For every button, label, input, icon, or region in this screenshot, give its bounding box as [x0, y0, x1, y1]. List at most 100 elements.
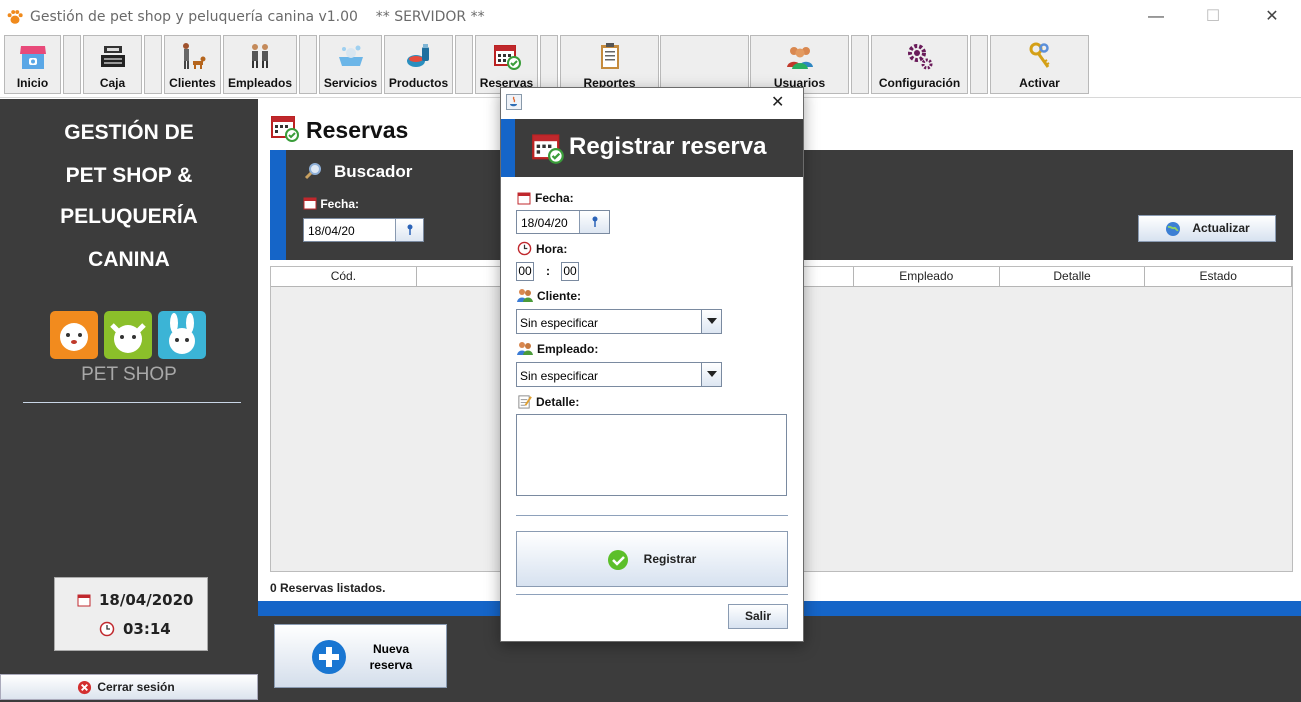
- dialog-header: Registrar reserva: [501, 119, 803, 177]
- new-reservation-label: Nueva reserva: [361, 641, 421, 673]
- detalle-label: Detalle:: [536, 395, 580, 409]
- dialog-title-bar: ✕: [501, 88, 803, 118]
- toolbar-separator: [970, 35, 988, 94]
- hour-spinner[interactable]: 00: [516, 262, 534, 281]
- empleado-label-row: Empleado:: [517, 341, 598, 356]
- calendar-check-icon: [493, 45, 521, 70]
- column-header[interactable]: Empleado: [853, 267, 1000, 287]
- products-icon: [406, 44, 429, 67]
- toolbar-separator: [540, 35, 558, 94]
- toolbar-configuracion-button[interactable]: Configuración: [871, 35, 968, 94]
- cliente-label-row: Cliente:: [517, 288, 581, 303]
- dialog-close-button[interactable]: ✕: [771, 92, 784, 112]
- column-header[interactable]: Detalle: [999, 267, 1146, 287]
- toolbar-activar-button[interactable]: Activar: [990, 35, 1089, 94]
- empleado-select-value: Sin especificar: [520, 369, 599, 383]
- minute-spinner[interactable]: 00: [561, 262, 579, 281]
- toolbar-separator: [851, 35, 869, 94]
- users-icon: [517, 342, 533, 355]
- toolbar-servicios-button[interactable]: Servicios: [319, 35, 382, 94]
- toolbar-reservas-button[interactable]: Reservas: [475, 35, 538, 94]
- toolbar-separator: [63, 35, 81, 94]
- sidebar-title-line: CANINA: [88, 248, 170, 271]
- logout-button[interactable]: Cerrar sesión: [0, 674, 258, 700]
- java-icon: [506, 94, 522, 110]
- fecha-label: Fecha:: [535, 191, 574, 205]
- detalle-label-row: Detalle:: [517, 394, 579, 409]
- globe-refresh-icon: [1166, 222, 1180, 236]
- plus-circle-icon: [312, 640, 346, 674]
- cliente-label: Cliente:: [537, 289, 582, 303]
- logo-text: PET SHOP: [81, 364, 177, 385]
- dog-bath-icon: [338, 45, 363, 66]
- gears-icon: [907, 44, 932, 70]
- toolbar-clientes-button[interactable]: Clientes: [164, 35, 221, 94]
- search-date-label-row: Fecha:: [303, 196, 359, 211]
- calendar-icon: [77, 594, 91, 607]
- divider: [516, 515, 788, 516]
- toolbar-empleados-button[interactable]: Empleados: [223, 35, 297, 94]
- close-circle-icon: [77, 680, 92, 695]
- clock-icon: [99, 621, 115, 637]
- toolbar-label: Productos: [388, 76, 449, 90]
- toolbar-usuarios-button[interactable]: Usuarios: [750, 35, 849, 94]
- search-date-value: 18/04/20: [308, 224, 355, 238]
- exit-button[interactable]: Salir: [728, 604, 788, 629]
- refresh-button[interactable]: Actualizar: [1138, 215, 1276, 242]
- fecha-picker-button[interactable]: [579, 211, 609, 233]
- date-picker-icon: [592, 216, 598, 227]
- current-date: 18/04/2020: [99, 591, 194, 609]
- register-label: Registrar: [643, 552, 697, 566]
- toolbar-label: Caja: [99, 76, 126, 90]
- toolbar-label: Configuración: [878, 76, 961, 90]
- toolbar-separator: [299, 35, 317, 94]
- maximize-button[interactable]: ☐: [1190, 4, 1236, 30]
- store-icon: [19, 46, 46, 69]
- employees-icon: [252, 44, 268, 68]
- register-button[interactable]: Registrar: [516, 531, 788, 587]
- date-picker-button[interactable]: [395, 219, 423, 241]
- close-window-button[interactable]: ✕: [1249, 4, 1295, 30]
- current-time: 03:14: [123, 620, 171, 638]
- search-date-label: Fecha:: [320, 197, 360, 211]
- column-header[interactable]: Cód.: [271, 267, 417, 287]
- toolbar-separator: [144, 35, 162, 94]
- time-separator: :: [546, 264, 550, 278]
- pet-shop-logo: [50, 311, 206, 359]
- empleado-select[interactable]: Sin especificar: [516, 362, 722, 387]
- calendar-check-icon: [532, 134, 564, 164]
- sidebar: GESTIÓN DE PET SHOP & PELUQUERÍA CANINA …: [0, 99, 258, 702]
- sidebar-divider: [23, 402, 241, 403]
- minimize-button[interactable]: —: [1133, 4, 1179, 30]
- detalle-textarea[interactable]: [516, 414, 787, 496]
- fecha-value: 18/04/20: [521, 216, 568, 230]
- search-icon: [304, 163, 321, 180]
- dialog-title: Registrar reserva: [569, 133, 767, 160]
- fecha-label-row: Fecha:: [517, 191, 574, 205]
- toolbar-separator: [455, 35, 473, 94]
- search-title: Buscador: [334, 162, 413, 181]
- toolbar-caja-button[interactable]: Caja: [83, 35, 142, 94]
- clock-icon: [517, 241, 532, 256]
- date-picker-icon: [407, 224, 413, 235]
- app-window: Gestión de pet shop y peluquería canina …: [0, 0, 1301, 702]
- hora-label-row: Hora:: [517, 241, 567, 256]
- cash-register-icon: [100, 46, 125, 67]
- users-icon: [517, 289, 533, 302]
- toolbar-label: Empleados: [227, 76, 293, 90]
- toolbar-reportes-button[interactable]: Reportes: [560, 35, 659, 94]
- new-reservation-button[interactable]: Nueva reserva: [274, 624, 447, 688]
- datetime-box: 18/04/2020 03:14: [54, 577, 208, 651]
- hora-label: Hora:: [536, 242, 568, 256]
- fecha-field[interactable]: 18/04/20: [516, 210, 610, 234]
- toolbar-productos-button[interactable]: Productos: [384, 35, 453, 94]
- toolbar-inicio-button[interactable]: Inicio: [4, 35, 61, 94]
- column-header[interactable]: Estado: [1145, 267, 1292, 287]
- cliente-select-value: Sin especificar: [520, 316, 599, 330]
- notepad-icon: [518, 395, 532, 409]
- chevron-down-icon[interactable]: [701, 363, 721, 386]
- search-date-field[interactable]: 18/04/20: [303, 218, 424, 242]
- new-reservation-label-line: reserva: [369, 658, 413, 672]
- chevron-down-icon[interactable]: [701, 310, 721, 333]
- cliente-select[interactable]: Sin especificar: [516, 309, 722, 334]
